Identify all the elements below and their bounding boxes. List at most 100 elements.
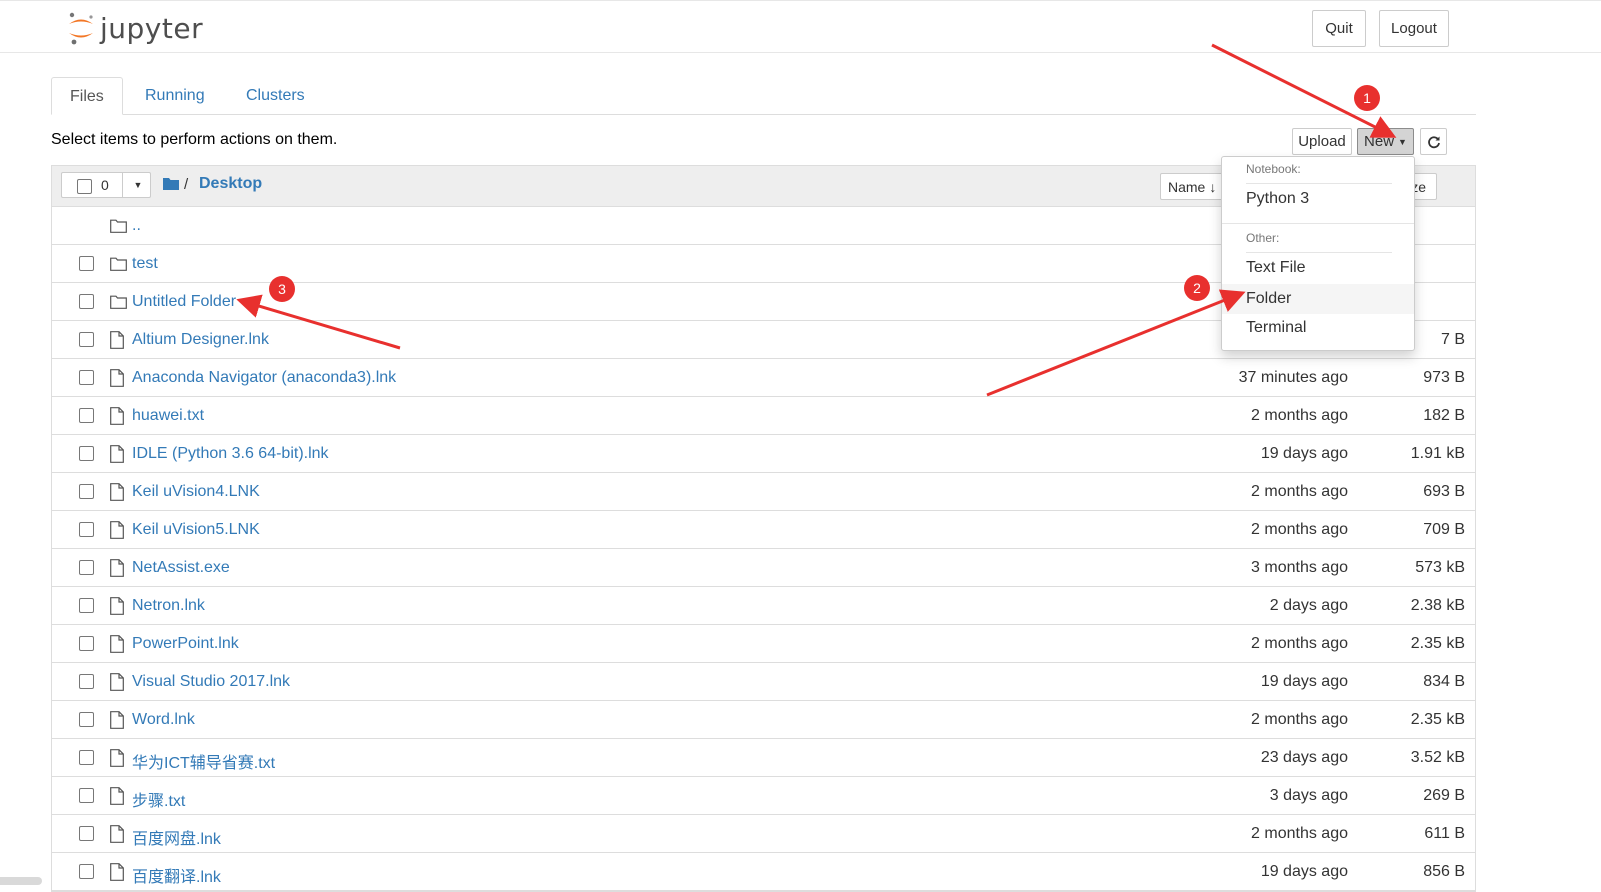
- file-name-link[interactable]: Word.lnk: [132, 711, 195, 729]
- row-checkbox[interactable]: [79, 750, 94, 765]
- row-checkbox[interactable]: [79, 446, 94, 461]
- tab-clusters[interactable]: Clusters: [228, 77, 323, 114]
- file-icon: [110, 521, 126, 539]
- menu-item-text-file[interactable]: Text File: [1222, 253, 1414, 283]
- tab-files[interactable]: Files: [51, 77, 123, 115]
- list-item[interactable]: NetAssist.exe 3 months ago 573 kB: [52, 549, 1475, 587]
- file-size: 709 B: [1423, 521, 1465, 538]
- horizontal-scrollbar[interactable]: [0, 877, 42, 885]
- file-name-link[interactable]: Altium Designer.lnk: [132, 331, 269, 349]
- file-icon: [110, 711, 126, 729]
- file-name-link[interactable]: huawei.txt: [132, 407, 204, 425]
- list-item[interactable]: PowerPoint.lnk 2 months ago 2.35 kB: [52, 625, 1475, 663]
- list-item[interactable]: 步骤.txt 3 days ago 269 B: [52, 777, 1475, 815]
- file-name-link[interactable]: PowerPoint.lnk: [132, 635, 239, 653]
- refresh-button[interactable]: [1420, 128, 1447, 155]
- upload-button[interactable]: Upload: [1292, 128, 1352, 155]
- select-menu-button[interactable]: ▼: [122, 172, 153, 198]
- last-modified: 23 days ago: [1260, 749, 1348, 766]
- row-checkbox[interactable]: [79, 826, 94, 841]
- row-checkbox[interactable]: [79, 712, 94, 727]
- new-dropdown-button[interactable]: New ▼: [1357, 128, 1414, 155]
- file-name-link[interactable]: Netron.lnk: [132, 597, 205, 615]
- file-name-link[interactable]: Keil uVision4.LNK: [132, 483, 260, 501]
- refresh-icon: [1427, 135, 1440, 148]
- tab-running[interactable]: Running: [127, 77, 223, 114]
- row-checkbox[interactable]: [79, 408, 94, 423]
- list-item[interactable]: Anaconda Navigator (anaconda3).lnk 37 min…: [52, 359, 1475, 397]
- upload-label: Upload: [1298, 133, 1346, 150]
- last-modified: 3 months ago: [1251, 559, 1348, 576]
- list-item[interactable]: IDLE (Python 3.6 64-bit).lnk 19 days ago 1…: [52, 435, 1475, 473]
- file-name-link[interactable]: Keil uVision5.LNK: [132, 521, 260, 539]
- folder-icon: [110, 293, 127, 311]
- sort-by-name-button[interactable]: Name ↓: [1160, 173, 1226, 200]
- select-all-checkbox[interactable]: [77, 179, 92, 194]
- list-item[interactable]: 百度网盘.lnk 2 months ago 611 B: [52, 815, 1475, 853]
- row-checkbox[interactable]: [79, 484, 94, 499]
- file-name-link[interactable]: ..: [132, 217, 141, 235]
- folder-icon: [110, 255, 127, 273]
- jupyter-logo[interactable]: jupyter: [66, 11, 203, 45]
- list-item[interactable]: 华为ICT辅导省赛.txt 23 days ago 3.52 kB: [52, 739, 1475, 777]
- jupyter-logo-icon: [69, 12, 93, 45]
- row-checkbox[interactable]: [79, 370, 94, 385]
- menu-item-python3[interactable]: Python 3: [1222, 184, 1414, 214]
- file-name-link[interactable]: Untitled Folder: [132, 293, 236, 311]
- annotation-badge-3: 3: [269, 276, 295, 302]
- row-checkbox[interactable]: [79, 788, 94, 803]
- row-checkbox[interactable]: [79, 294, 94, 309]
- file-size: 1.91 kB: [1410, 445, 1465, 462]
- arrow-down-icon: ↓: [1209, 178, 1217, 195]
- list-item[interactable]: Keil uVision5.LNK 2 months ago 709 B: [52, 511, 1475, 549]
- quit-button[interactable]: Quit: [1312, 10, 1366, 47]
- file-name-link[interactable]: 百度翻译.lnk: [132, 863, 221, 887]
- row-checkbox[interactable]: [79, 674, 94, 689]
- file-name-link[interactable]: 华为ICT辅导省赛.txt: [132, 749, 275, 773]
- row-checkbox[interactable]: [79, 560, 94, 575]
- list-item[interactable]: Visual Studio 2017.lnk 19 days ago 834 B: [52, 663, 1475, 701]
- last-modified: 2 months ago: [1251, 521, 1348, 538]
- file-name-link[interactable]: Visual Studio 2017.lnk: [132, 673, 290, 691]
- last-modified: 2 months ago: [1251, 407, 1348, 424]
- last-modified: 19 days ago: [1260, 445, 1348, 462]
- menu-item-terminal-label: Terminal: [1246, 319, 1307, 336]
- list-item[interactable]: huawei.txt 2 months ago 182 B: [52, 397, 1475, 435]
- menu-item-python3-label: Python 3: [1246, 190, 1310, 207]
- file-size: 182 B: [1423, 407, 1465, 424]
- annotation-badge-2: 2: [1184, 275, 1210, 301]
- last-modified: 2 months ago: [1251, 711, 1348, 728]
- row-checkbox[interactable]: [79, 598, 94, 613]
- file-name-link[interactable]: IDLE (Python 3.6 64-bit).lnk: [132, 445, 329, 463]
- file-name-link[interactable]: Anaconda Navigator (anaconda3).lnk: [132, 369, 396, 387]
- file-icon: [110, 331, 126, 349]
- menu-item-folder[interactable]: Folder: [1222, 284, 1414, 314]
- breadcrumb-desktop[interactable]: Desktop: [199, 175, 262, 193]
- list-item[interactable]: 百度翻译.lnk 19 days ago 856 B: [52, 853, 1475, 891]
- row-checkbox[interactable]: [79, 864, 94, 879]
- tab-bar: Files Running Clusters: [51, 77, 1476, 115]
- file-icon: [110, 369, 126, 387]
- last-modified: 2 months ago: [1251, 635, 1348, 652]
- row-checkbox[interactable]: [79, 332, 94, 347]
- menu-item-terminal[interactable]: Terminal: [1222, 313, 1414, 343]
- last-modified: 19 days ago: [1260, 673, 1348, 690]
- file-name-link[interactable]: test: [132, 255, 158, 273]
- row-checkbox[interactable]: [79, 636, 94, 651]
- file-icon: [110, 825, 126, 843]
- list-item[interactable]: Word.lnk 2 months ago 2.35 kB: [52, 701, 1475, 739]
- sort-name-label: Name: [1168, 178, 1206, 195]
- file-icon: [110, 863, 126, 881]
- file-icon: [110, 597, 126, 615]
- row-checkbox[interactable]: [79, 522, 94, 537]
- file-name-link[interactable]: 百度网盘.lnk: [132, 825, 221, 849]
- list-item[interactable]: Netron.lnk 2 days ago 2.38 kB: [52, 587, 1475, 625]
- new-label: New: [1364, 133, 1395, 150]
- select-all-control: 0 ▼: [61, 172, 151, 198]
- row-checkbox[interactable]: [79, 256, 94, 271]
- folder-icon: [110, 217, 127, 235]
- list-item[interactable]: Keil uVision4.LNK 2 months ago 693 B: [52, 473, 1475, 511]
- logout-button[interactable]: Logout: [1379, 10, 1449, 47]
- file-name-link[interactable]: NetAssist.exe: [132, 559, 230, 577]
- file-name-link[interactable]: 步骤.txt: [132, 787, 185, 811]
